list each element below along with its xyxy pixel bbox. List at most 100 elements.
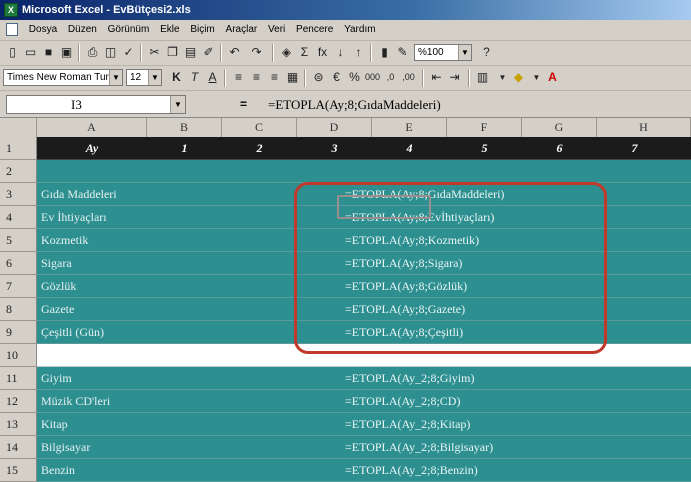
chevron-down-icon[interactable]: ▼: [458, 45, 471, 60]
print-icon[interactable]: ⎙: [84, 44, 101, 61]
header-cell[interactable]: 1: [147, 137, 222, 160]
header-cell[interactable]: 4: [372, 137, 447, 160]
merge-center-icon[interactable]: ▦: [284, 69, 301, 86]
row-header[interactable]: 6: [0, 252, 37, 275]
row-header[interactable]: 9: [0, 321, 37, 344]
autosum-icon[interactable]: Σ: [296, 44, 313, 61]
category-label[interactable]: Gözlük: [41, 275, 76, 298]
euro-currency-icon[interactable]: ⊜: [310, 69, 327, 86]
formula-cell[interactable]: =ETOPLA(Ay_2;8;Kitap): [345, 413, 470, 436]
category-label[interactable]: Bilgisayar: [41, 436, 90, 459]
document-icon[interactable]: [6, 23, 18, 36]
chevron-down-icon[interactable]: ▼: [528, 69, 545, 86]
header-cell[interactable]: 3: [297, 137, 372, 160]
menu-dosya[interactable]: Dosya: [25, 20, 61, 40]
chevron-down-icon[interactable]: ▼: [109, 70, 122, 85]
open-folder-icon[interactable]: ▭: [22, 44, 39, 61]
column-header-f[interactable]: F: [447, 118, 522, 137]
fill-color-icon[interactable]: ◆: [510, 69, 527, 86]
header-cell[interactable]: 2: [222, 137, 297, 160]
print-preview-icon[interactable]: ◫: [102, 44, 119, 61]
sort-ascending-icon[interactable]: ↓: [332, 44, 349, 61]
align-right-icon[interactable]: ≡: [266, 69, 283, 86]
chevron-down-icon[interactable]: ▼: [148, 70, 161, 85]
spelling-icon[interactable]: ✓: [120, 44, 137, 61]
borders-icon[interactable]: ▥: [474, 69, 491, 86]
hyperlink-icon[interactable]: ◈: [278, 44, 295, 61]
row-cells[interactable]: Ay 1 2 3 4 5 6 7: [37, 137, 691, 160]
select-all-corner[interactable]: [0, 118, 37, 137]
underline-button[interactable]: A: [204, 69, 221, 86]
menu-bicim[interactable]: Biçim: [186, 20, 218, 40]
row-header[interactable]: 11: [0, 367, 37, 390]
category-label[interactable]: Kozmetik: [41, 229, 88, 252]
formula-input[interactable]: =ETOPLA(Ay;8;GıdaMaddeleri): [268, 95, 688, 114]
row-header[interactable]: 2: [0, 160, 37, 183]
chevron-down-icon[interactable]: ▼: [494, 69, 511, 86]
row-header[interactable]: 4: [0, 206, 37, 229]
percent-button[interactable]: %: [346, 69, 363, 86]
menu-yardim[interactable]: Yardım: [340, 20, 380, 40]
row-cells[interactable]: Bilgisayar =ETOPLA(Ay_2;8;Bilgisayar): [37, 436, 691, 459]
column-header-h[interactable]: H: [597, 118, 691, 137]
row-header[interactable]: 14: [0, 436, 37, 459]
help-icon[interactable]: ?: [478, 44, 495, 61]
menu-duzen[interactable]: Düzen: [64, 20, 101, 40]
formula-cell[interactable]: =ETOPLA(Ay_2;8;Bilgisayar): [345, 436, 493, 459]
menu-pencere[interactable]: Pencere: [292, 20, 337, 40]
row-cells[interactable]: [37, 160, 691, 183]
chart-wizard-icon[interactable]: ▮: [376, 44, 393, 61]
new-document-icon[interactable]: ▯: [4, 44, 21, 61]
formula-cell[interactable]: =ETOPLA(Ay_2;8;Benzin): [345, 459, 478, 482]
category-label[interactable]: Kitap: [41, 413, 68, 436]
increase-indent-icon[interactable]: ⇥: [446, 69, 463, 86]
font-name-select[interactable]: Times New Roman Tur ▼: [3, 69, 123, 86]
formula-cell[interactable]: =ETOPLA(Ay_2;8;Giyim): [345, 367, 474, 390]
drawing-icon[interactable]: ✎: [394, 44, 411, 61]
decrease-indent-icon[interactable]: ⇤: [428, 69, 445, 86]
bold-button[interactable]: K: [168, 69, 185, 86]
menu-araclar[interactable]: Araçlar: [222, 20, 262, 40]
align-center-icon[interactable]: ≡: [248, 69, 265, 86]
row-cells[interactable]: Müzik CD'leri =ETOPLA(Ay_2;8;CD): [37, 390, 691, 413]
font-color-icon[interactable]: A: [544, 69, 561, 86]
row-header[interactable]: 7: [0, 275, 37, 298]
row-cells[interactable]: Giyim =ETOPLA(Ay_2;8;Giyim): [37, 367, 691, 390]
row-cells[interactable]: Kitap =ETOPLA(Ay_2;8;Kitap): [37, 413, 691, 436]
align-left-icon[interactable]: ≡: [230, 69, 247, 86]
increase-decimal-button[interactable]: ,0: [382, 69, 399, 86]
name-box[interactable]: I3 ▼: [6, 95, 186, 114]
row-header[interactable]: 1: [0, 137, 37, 160]
thousands-button[interactable]: 000: [364, 69, 381, 86]
undo-icon[interactable]: ↶: [226, 44, 243, 61]
sort-descending-icon[interactable]: ↑: [350, 44, 367, 61]
insert-function-icon[interactable]: fx: [314, 44, 331, 61]
chevron-down-icon[interactable]: ▼: [170, 96, 185, 113]
font-size-select[interactable]: 12 ▼: [126, 69, 162, 86]
column-header-a[interactable]: A: [37, 118, 147, 137]
zoom-select[interactable]: %100 ▼: [414, 44, 472, 61]
formula-cell[interactable]: =ETOPLA(Ay_2;8;CD): [345, 390, 460, 413]
cut-icon[interactable]: ✂: [146, 44, 163, 61]
header-cell[interactable]: 5: [447, 137, 522, 160]
category-label[interactable]: Ev İhtiyaçları: [41, 206, 107, 229]
column-header-c[interactable]: C: [222, 118, 297, 137]
column-header-b[interactable]: B: [147, 118, 222, 137]
category-label[interactable]: Müzik CD'leri: [41, 390, 110, 413]
row-header[interactable]: 12: [0, 390, 37, 413]
category-label[interactable]: Çeşitli (Gün): [41, 321, 104, 344]
row-header[interactable]: 13: [0, 413, 37, 436]
paste-icon[interactable]: ▤: [182, 44, 199, 61]
row-header[interactable]: 3: [0, 183, 37, 206]
menu-gorunum[interactable]: Görünüm: [104, 20, 154, 40]
format-painter-icon[interactable]: ✐: [200, 44, 217, 61]
save-icon[interactable]: ■: [40, 44, 57, 61]
row-header[interactable]: 5: [0, 229, 37, 252]
row-cells[interactable]: Benzin =ETOPLA(Ay_2;8;Benzin): [37, 459, 691, 482]
row-header[interactable]: 8: [0, 298, 37, 321]
copy-icon[interactable]: ❐: [164, 44, 181, 61]
currency-button[interactable]: €: [328, 69, 345, 86]
header-cell[interactable]: 7: [597, 137, 672, 160]
category-label[interactable]: Gıda Maddeleri: [41, 183, 117, 206]
redo-icon[interactable]: ↷: [248, 44, 265, 61]
